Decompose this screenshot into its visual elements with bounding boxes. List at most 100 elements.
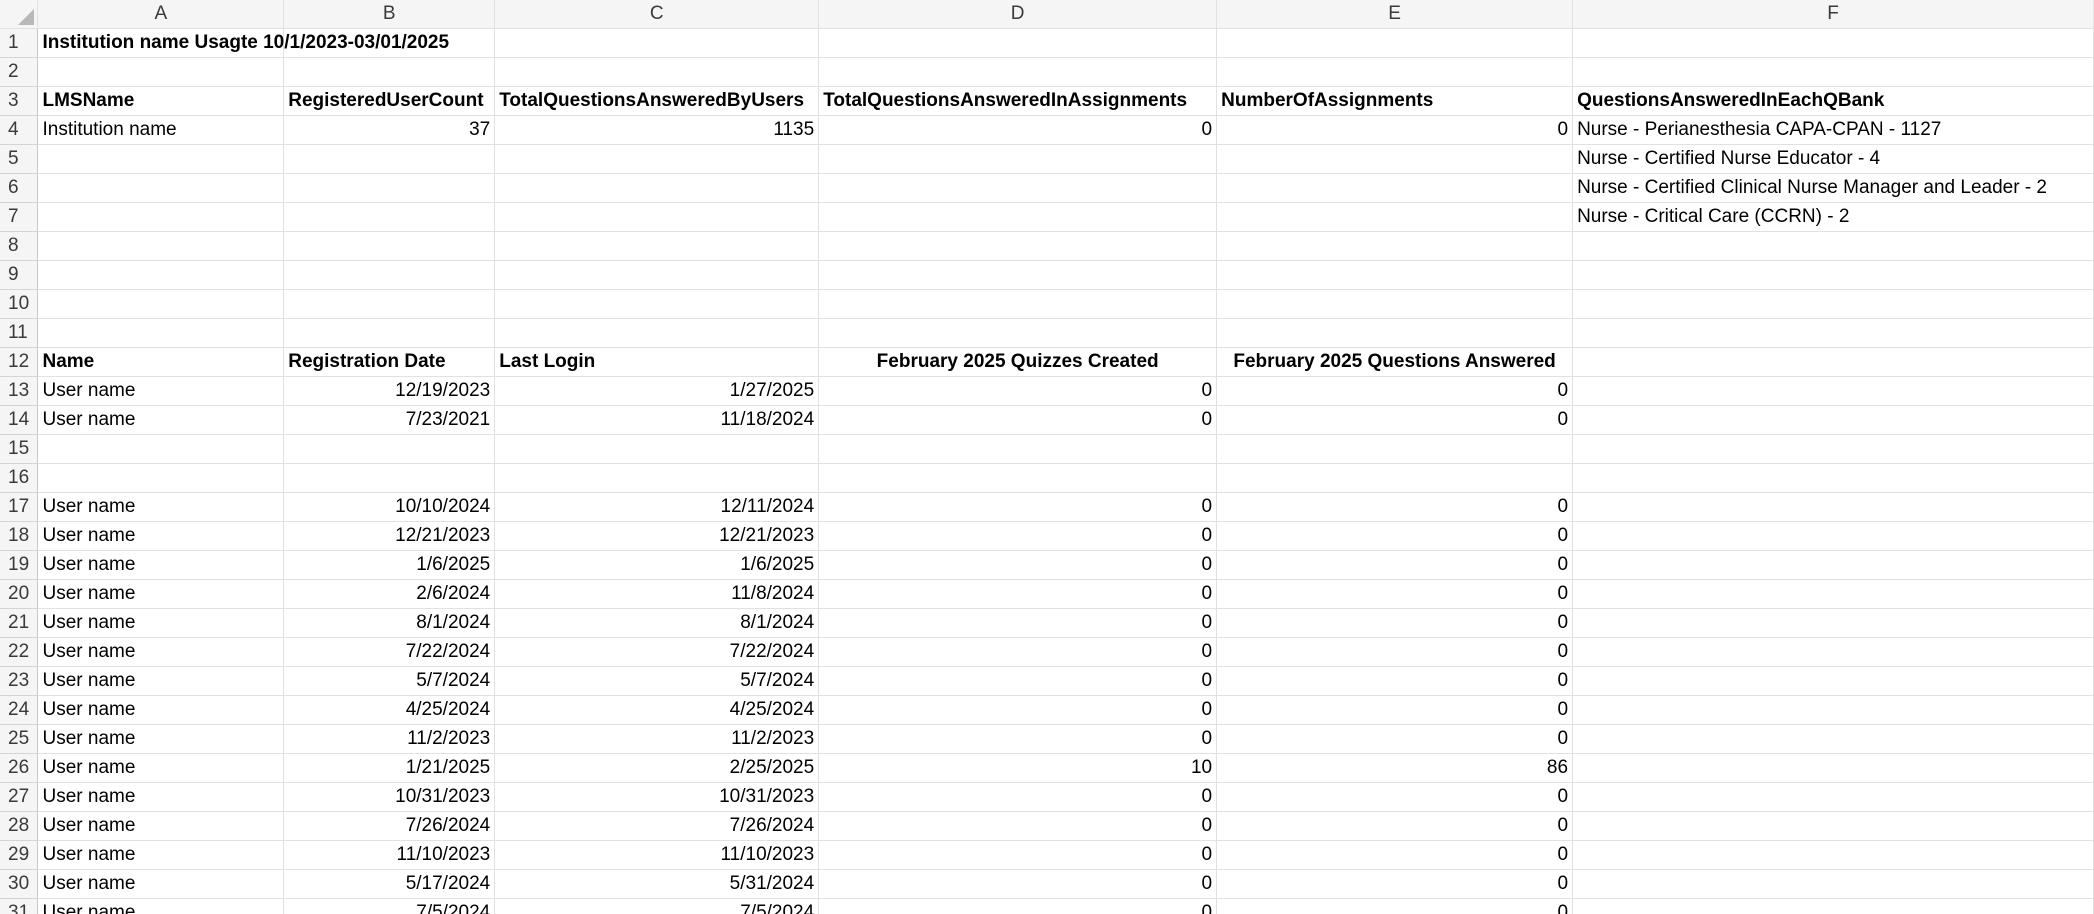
cell-f15[interactable] — [1572, 434, 2094, 464]
cell-b12[interactable]: Registration Date — [283, 347, 496, 377]
cell-d21[interactable]: 0 — [818, 608, 1218, 638]
cell-f1[interactable] — [1572, 28, 2094, 58]
cell-c20[interactable]: 11/8/2024 — [494, 579, 820, 609]
cell-b16[interactable] — [283, 463, 496, 493]
cell-f30[interactable] — [1572, 869, 2094, 899]
cell-f19[interactable] — [1572, 550, 2094, 580]
column-header-b[interactable]: B — [283, 0, 496, 29]
cell-c7[interactable] — [494, 202, 820, 232]
cell-e27[interactable]: 0 — [1216, 782, 1574, 812]
row-header-29[interactable]: 29 — [0, 840, 39, 870]
cell-c25[interactable]: 11/2/2023 — [494, 724, 820, 754]
cell-d1[interactable] — [818, 28, 1218, 58]
cell-b20[interactable]: 2/6/2024 — [283, 579, 496, 609]
cell-e22[interactable]: 0 — [1216, 637, 1574, 667]
cell-f8[interactable] — [1572, 231, 2094, 261]
column-header-c[interactable]: C — [494, 0, 820, 29]
cell-b26[interactable]: 1/21/2025 — [283, 753, 496, 783]
cell-e23[interactable]: 0 — [1216, 666, 1574, 696]
cell-c5[interactable] — [494, 144, 820, 174]
row-header-4[interactable]: 4 — [0, 115, 39, 145]
cell-a29[interactable]: User name — [37, 840, 285, 870]
cell-f22[interactable] — [1572, 637, 2094, 667]
cell-c31[interactable]: 7/5/2024 — [494, 898, 820, 914]
cell-b28[interactable]: 7/26/2024 — [283, 811, 496, 841]
row-header-8[interactable]: 8 — [0, 231, 39, 261]
cell-f6[interactable]: Nurse - Certified Clinical Nurse Manager… — [1572, 173, 2094, 203]
cell-c14[interactable]: 11/18/2024 — [494, 405, 820, 435]
cell-b9[interactable] — [283, 260, 496, 290]
cell-d5[interactable] — [818, 144, 1218, 174]
row-header-28[interactable]: 28 — [0, 811, 39, 841]
cell-a20[interactable]: User name — [37, 579, 285, 609]
cell-c12[interactable]: Last Login — [494, 347, 820, 377]
column-header-a[interactable]: A — [37, 0, 285, 29]
cell-c8[interactable] — [494, 231, 820, 261]
row-header-21[interactable]: 21 — [0, 608, 39, 638]
cell-c29[interactable]: 11/10/2023 — [494, 840, 820, 870]
cell-c6[interactable] — [494, 173, 820, 203]
cell-e18[interactable]: 0 — [1216, 521, 1574, 551]
cell-e12[interactable]: February 2025 Questions Answered — [1216, 347, 1574, 377]
select-all-button[interactable] — [0, 0, 39, 29]
cell-c11[interactable] — [494, 318, 820, 348]
cell-f7[interactable]: Nurse - Critical Care (CCRN) - 2 — [1572, 202, 2094, 232]
cell-c28[interactable]: 7/26/2024 — [494, 811, 820, 841]
cell-f2[interactable] — [1572, 57, 2094, 87]
cell-c10[interactable] — [494, 289, 820, 319]
cell-d24[interactable]: 0 — [818, 695, 1218, 725]
cell-e9[interactable] — [1216, 260, 1574, 290]
cell-b2[interactable] — [283, 57, 496, 87]
cell-d16[interactable] — [818, 463, 1218, 493]
cell-d19[interactable]: 0 — [818, 550, 1218, 580]
cell-f11[interactable] — [1572, 318, 2094, 348]
cell-c18[interactable]: 12/21/2023 — [494, 521, 820, 551]
cell-b31[interactable]: 7/5/2024 — [283, 898, 496, 914]
cell-d17[interactable]: 0 — [818, 492, 1218, 522]
row-header-25[interactable]: 25 — [0, 724, 39, 754]
row-header-12[interactable]: 12 — [0, 347, 39, 377]
cell-a19[interactable]: User name — [37, 550, 285, 580]
cell-e28[interactable]: 0 — [1216, 811, 1574, 841]
cell-c3[interactable]: TotalQuestionsAnsweredByUsers — [494, 86, 820, 116]
cell-e3[interactable]: NumberOfAssignments — [1216, 86, 1574, 116]
row-header-11[interactable]: 11 — [0, 318, 39, 348]
row-header-13[interactable]: 13 — [0, 376, 39, 406]
row-header-30[interactable]: 30 — [0, 869, 39, 899]
cell-d26[interactable]: 10 — [818, 753, 1218, 783]
row-header-20[interactable]: 20 — [0, 579, 39, 609]
cell-d28[interactable]: 0 — [818, 811, 1218, 841]
cell-d7[interactable] — [818, 202, 1218, 232]
cell-a18[interactable]: User name — [37, 521, 285, 551]
cell-d29[interactable]: 0 — [818, 840, 1218, 870]
cell-d27[interactable]: 0 — [818, 782, 1218, 812]
cell-f14[interactable] — [1572, 405, 2094, 435]
row-header-7[interactable]: 7 — [0, 202, 39, 232]
cell-e10[interactable] — [1216, 289, 1574, 319]
cell-a5[interactable] — [37, 144, 285, 174]
cell-f13[interactable] — [1572, 376, 2094, 406]
row-header-10[interactable]: 10 — [0, 289, 39, 319]
cell-a2[interactable] — [37, 57, 285, 87]
cell-e4[interactable]: 0 — [1216, 115, 1574, 145]
cell-a10[interactable] — [37, 289, 285, 319]
row-header-6[interactable]: 6 — [0, 173, 39, 203]
cell-a30[interactable]: User name — [37, 869, 285, 899]
cell-b30[interactable]: 5/17/2024 — [283, 869, 496, 899]
cell-f18[interactable] — [1572, 521, 2094, 551]
cell-a25[interactable]: User name — [37, 724, 285, 754]
cell-d10[interactable] — [818, 289, 1218, 319]
cell-f16[interactable] — [1572, 463, 2094, 493]
column-header-d[interactable]: D — [818, 0, 1218, 29]
cell-d25[interactable]: 0 — [818, 724, 1218, 754]
cell-e21[interactable]: 0 — [1216, 608, 1574, 638]
column-header-e[interactable]: E — [1216, 0, 1574, 29]
cell-e5[interactable] — [1216, 144, 1574, 174]
cell-f3[interactable]: QuestionsAnsweredInEachQBank — [1572, 86, 2094, 116]
cell-a28[interactable]: User name — [37, 811, 285, 841]
cell-a7[interactable] — [37, 202, 285, 232]
row-header-22[interactable]: 22 — [0, 637, 39, 667]
cell-c9[interactable] — [494, 260, 820, 290]
cell-b7[interactable] — [283, 202, 496, 232]
cell-e11[interactable] — [1216, 318, 1574, 348]
